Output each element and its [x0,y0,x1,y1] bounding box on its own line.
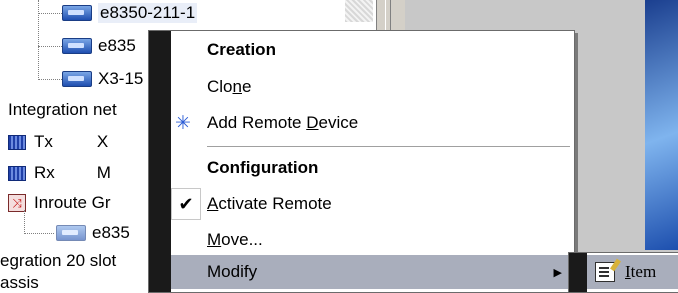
menu-header-label: Creation [207,40,276,59]
tree-connector [38,46,62,47]
tree-item-remote-3[interactable]: X3-15 [62,67,143,91]
carrier-bars-icon [8,165,26,181]
menu-item-label: Move... [207,230,263,249]
tree-connector [38,13,62,14]
context-menu: Creation Clone ✳ Add Remote Device Confi… [148,30,575,293]
menu-header-configuration: Configuration [171,151,574,185]
tree-item-extra: X [96,132,109,151]
tree-item-chassis[interactable]: egration 20 slot [0,249,116,273]
edit-item-icon [595,262,615,282]
menu-header-label: Configuration [207,158,319,177]
tree-connector [24,210,25,234]
menu-item-label: Item [625,262,657,281]
submenu-arrow-icon: ▶ [553,266,562,279]
submenu-item-item[interactable]: Item [587,255,678,289]
carrier-bars-icon [8,134,26,150]
tree-item-label: e835 [98,36,136,55]
menu-item-label: Add Remote Device [207,113,359,132]
tree-item-label: e835 [92,223,130,242]
tree-item-label: Rx [34,163,55,182]
menu-item-clone[interactable]: Clone [171,70,574,104]
remote-modem-icon [62,71,92,87]
menu-header-creation: Creation [171,33,574,67]
tree-item-inroute-remote[interactable]: e835 [56,221,130,245]
tree-item-rx-carrier[interactable]: Rx M [8,161,111,185]
remote-modem-icon [62,38,92,54]
remote-modem-icon [56,225,86,241]
tree-item-integration-net[interactable]: Integration net [8,98,117,122]
tree-item-label: e8350-211-1 [98,3,198,23]
menu-item-modify[interactable]: Modify ▶ [171,255,574,289]
tree-item-remote-1[interactable]: e8350-211-1 [62,1,198,25]
modify-submenu: Item [568,252,678,293]
menu-gutter [149,31,171,292]
tree-item-remote-2[interactable]: e835 [62,34,136,58]
menu-item-label: Modify [207,262,258,281]
menu-item-label: Clone [207,77,252,96]
menu-item-move[interactable]: Move... [171,223,574,257]
tree-connector [38,0,39,80]
tree-item-label: Inroute Gr [34,193,111,212]
tree-item-extra: M [96,163,111,182]
checkmark-icon: ✔ [171,188,201,220]
scroll-track [345,0,373,22]
tree-item-label: X3-15 [98,69,144,88]
menu-item-add-remote-device[interactable]: ✳ Add Remote Device [171,106,574,140]
tree-item-label: egration 20 slot [0,251,117,270]
remote-modem-icon [62,5,92,21]
menu-separator [207,146,570,147]
sparkle-icon: ✳ [175,112,191,134]
tree-item-label: assis [0,273,39,291]
menu-gutter [569,253,587,292]
tree-item-label: Tx [34,132,53,151]
tree-item-label: Integration net [8,100,117,119]
tree-item-tx-carrier[interactable]: Tx X [8,130,108,154]
menu-item-activate-remote[interactable]: ✔ Activate Remote [171,187,574,221]
menu-item-label: Activate Remote [207,194,332,213]
background-image [645,0,678,250]
tree-connector [38,79,62,80]
tree-item-chassis-2: assis [0,271,39,291]
tree-connector [24,233,54,234]
